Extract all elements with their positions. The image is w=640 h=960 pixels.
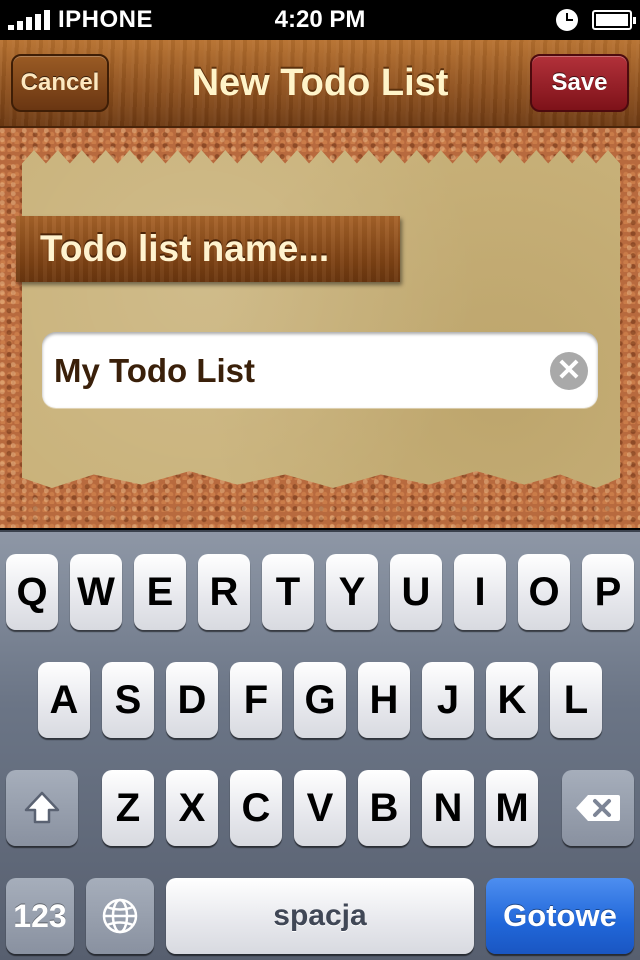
key-x[interactable]: X bbox=[166, 770, 218, 846]
key-b[interactable]: B bbox=[358, 770, 410, 846]
key-f[interactable]: F bbox=[230, 662, 282, 738]
save-button[interactable]: Save bbox=[530, 54, 629, 112]
done-key[interactable]: Gotowe bbox=[486, 878, 634, 954]
status-time: 4:20 PM bbox=[274, 6, 366, 33]
key-g[interactable]: G bbox=[294, 662, 346, 738]
input-value: My Todo List bbox=[54, 352, 256, 389]
key-u[interactable]: U bbox=[390, 554, 442, 630]
todo-list-name-input[interactable]: My Todo List ✕ bbox=[42, 332, 598, 408]
key-h[interactable]: H bbox=[358, 662, 410, 738]
key-l[interactable]: L bbox=[550, 662, 602, 738]
key-r[interactable]: R bbox=[198, 554, 250, 630]
todo-list-name-label: Todo list name... bbox=[40, 228, 330, 269]
status-bar: IPHONE 4:20 PM bbox=[0, 0, 640, 40]
form-label-strip: Todo list name... bbox=[16, 216, 400, 282]
key-c[interactable]: C bbox=[230, 770, 282, 846]
shift-icon bbox=[24, 791, 60, 824]
key-t[interactable]: T bbox=[262, 554, 314, 630]
page-title: New Todo List bbox=[191, 62, 449, 104]
numbers-key[interactable]: 123 bbox=[6, 878, 74, 954]
key-y[interactable]: Y bbox=[326, 554, 378, 630]
navigation-bar: Cancel New Todo List Save bbox=[0, 40, 640, 128]
shift-key[interactable] bbox=[6, 770, 78, 846]
numbers-key-label: 123 bbox=[13, 897, 67, 934]
keyboard: Q W E R T Y U I O P A S D F G H J K L Z … bbox=[0, 530, 640, 960]
key-e[interactable]: E bbox=[134, 554, 186, 630]
key-p[interactable]: P bbox=[582, 554, 634, 630]
backspace-icon bbox=[576, 795, 620, 821]
key-k[interactable]: K bbox=[486, 662, 538, 738]
paper-card bbox=[22, 150, 620, 488]
key-o[interactable]: O bbox=[518, 554, 570, 630]
key-d[interactable]: D bbox=[166, 662, 218, 738]
globe-key[interactable] bbox=[86, 878, 154, 954]
clear-icon[interactable]: ✕ bbox=[550, 352, 588, 390]
backspace-key[interactable] bbox=[562, 770, 634, 846]
key-a[interactable]: A bbox=[38, 662, 90, 738]
battery-icon bbox=[592, 10, 636, 30]
key-j[interactable]: J bbox=[422, 662, 474, 738]
globe-icon bbox=[102, 898, 138, 934]
key-z[interactable]: Z bbox=[102, 770, 154, 846]
clock-icon bbox=[556, 9, 578, 31]
key-w[interactable]: W bbox=[70, 554, 122, 630]
cancel-button[interactable]: Cancel bbox=[11, 54, 109, 112]
key-m[interactable]: M bbox=[486, 770, 538, 846]
space-key[interactable]: spacja bbox=[166, 878, 474, 954]
key-q[interactable]: Q bbox=[6, 554, 58, 630]
key-i[interactable]: I bbox=[454, 554, 506, 630]
key-s[interactable]: S bbox=[102, 662, 154, 738]
key-v[interactable]: V bbox=[294, 770, 346, 846]
key-n[interactable]: N bbox=[422, 770, 474, 846]
